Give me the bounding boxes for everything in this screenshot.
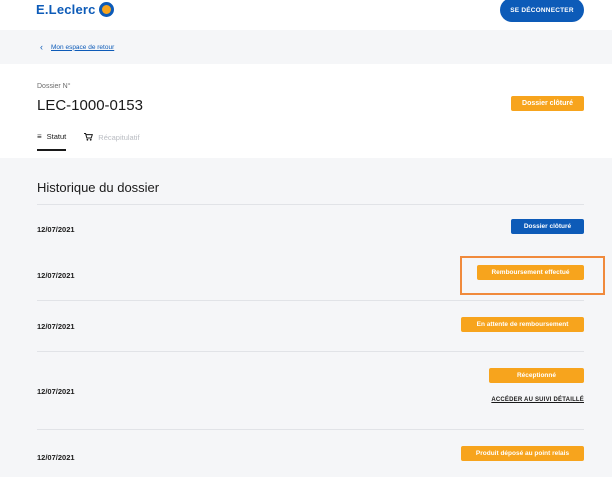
tab-recapitulatif[interactable]: Récapitulatif (84, 132, 140, 151)
top-bar: E.Leclerc SE DÉCONNECTER (0, 0, 612, 30)
history-date: 12/07/2021 (37, 387, 75, 396)
history-row: 12/07/2021 En attente de remboursement (37, 300, 584, 351)
dossier-label: Dossier N° (37, 83, 71, 90)
dossier-status-badge: Dossier clôturé (511, 96, 584, 111)
history-date: 12/07/2021 (37, 322, 75, 331)
breadcrumb-bar: ‹ Mon espace de retour (0, 30, 612, 64)
history-date: 12/07/2021 (37, 453, 75, 462)
dossier-tabs: ≡ Statut Récapitulatif (37, 132, 158, 151)
cart-icon (84, 132, 94, 143)
list-icon: ≡ (37, 132, 42, 141)
detailed-tracking-link[interactable]: ACCÉDER AU SUIVI DÉTAILLÉ (491, 397, 584, 403)
chevron-left-icon[interactable]: ‹ (40, 43, 43, 52)
history-list: 12/07/2021 Dossier clôturé 12/07/2021 Re… (37, 204, 584, 477)
dossier-number: LEC-1000-0153 (37, 97, 143, 114)
dossier-header: Dossier N° LEC-1000-0153 Dossier clôturé… (0, 64, 612, 158)
breadcrumb: ‹ Mon espace de retour (40, 43, 114, 52)
logo-text: E.Leclerc (36, 2, 96, 17)
tab-statut[interactable]: ≡ Statut (37, 132, 67, 151)
highlight-box (460, 256, 605, 295)
history-date: 12/07/2021 (37, 225, 75, 234)
leclerc-logo[interactable]: E.Leclerc (36, 2, 114, 17)
tab-recapitulatif-label: Récapitulatif (98, 133, 140, 142)
history-status-badge: En attente de remboursement (461, 317, 584, 332)
breadcrumb-link-return-space[interactable]: Mon espace de retour (51, 44, 114, 51)
logo-mark-icon (98, 2, 114, 17)
tab-statut-label: Statut (46, 132, 67, 141)
history-status-badge: Dossier clôturé (511, 219, 584, 234)
history-status-badge: Réceptionné (489, 368, 584, 383)
history-row: 12/07/2021 Dossier clôturé (37, 204, 584, 249)
history-status-badge: Produit déposé au point relais (461, 446, 584, 461)
history-date: 12/07/2021 (37, 271, 75, 280)
history-row: 12/07/2021 Réceptionné ACCÉDER AU SUIVI … (37, 351, 584, 429)
history-title: Historique du dossier (37, 180, 160, 195)
logout-button[interactable]: SE DÉCONNECTER (500, 0, 584, 22)
history-row: 12/07/2021 Produit déposé au point relai… (37, 429, 584, 477)
